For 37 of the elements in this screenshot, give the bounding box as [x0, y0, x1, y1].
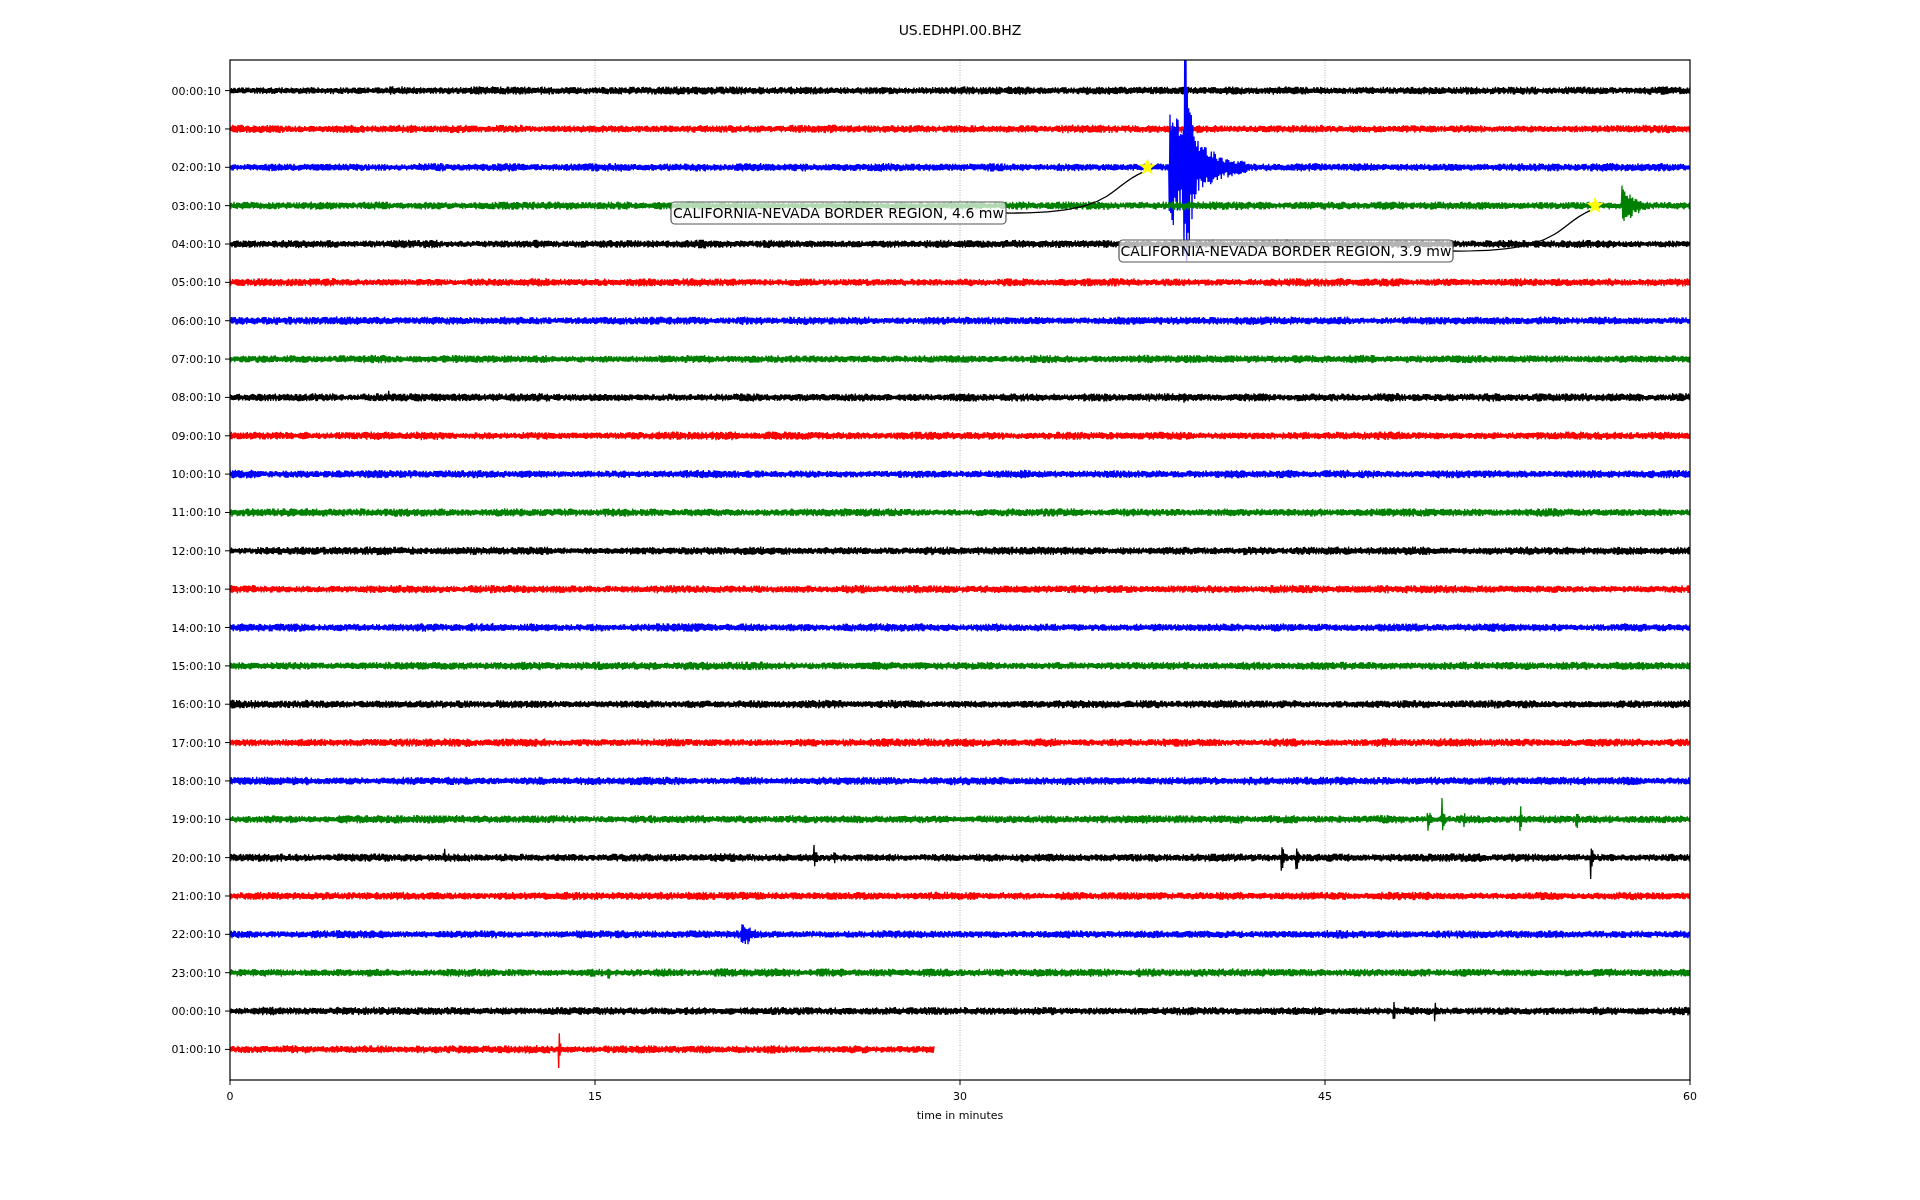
time-label: 20:00:10: [171, 851, 221, 865]
time-label: 21:00:10: [171, 890, 221, 903]
time-label: 04:00:10: [171, 238, 221, 251]
time-label: 19:00:10: [171, 813, 221, 827]
time-label: 10:00:10: [171, 468, 221, 482]
time-label: 17:00:10: [171, 736, 221, 750]
time-label: 12:00:10: [171, 544, 221, 558]
time-label: 00:00:10: [171, 84, 221, 98]
event-label: CALIFORNIA-NEVADA BORDER REGION, 3.9 mw: [1118, 239, 1454, 263]
time-label: 11:00:10: [171, 506, 221, 520]
time-label: 13:00:10: [171, 583, 221, 597]
tick-label: 60: [1683, 1090, 1697, 1103]
time-label: 00:00:10: [171, 1005, 221, 1019]
plot-title: US.EDHPI.00.BHZ: [898, 22, 1022, 38]
time-label: 07:00:10: [171, 353, 221, 367]
star-icon: [1586, 196, 1604, 213]
time-label: 08:00:10: [171, 391, 221, 405]
event-label: CALIFORNIA-NEVADA BORDER REGION, 4.6 mw: [670, 201, 1007, 225]
time-label: 23:00:10: [171, 966, 221, 980]
tick-label: 15: [588, 1090, 602, 1103]
time-label: 22:00:10: [171, 928, 221, 942]
time-label: 09:00:10: [171, 429, 221, 443]
time-label: 03:00:10: [171, 199, 221, 213]
tick-label: 0: [226, 1090, 234, 1103]
time-label: 02:00:10: [171, 161, 221, 175]
axis-label: time in minutes: [916, 1109, 1004, 1122]
tick-label: 45: [1318, 1090, 1332, 1103]
time-label: 16:00:10: [171, 698, 221, 712]
time-label: 05:00:10: [171, 276, 221, 290]
time-label: 18:00:10: [171, 774, 221, 788]
time-label: 06:00:10: [171, 314, 221, 328]
time-label: 01:00:10: [171, 122, 221, 136]
time-label: 15:00:10: [171, 659, 221, 673]
tick-label: 30: [953, 1090, 967, 1103]
time-label: 14:00:10: [171, 621, 221, 635]
star-icon: [1138, 158, 1156, 175]
time-label: 01:00:10: [171, 1043, 221, 1057]
